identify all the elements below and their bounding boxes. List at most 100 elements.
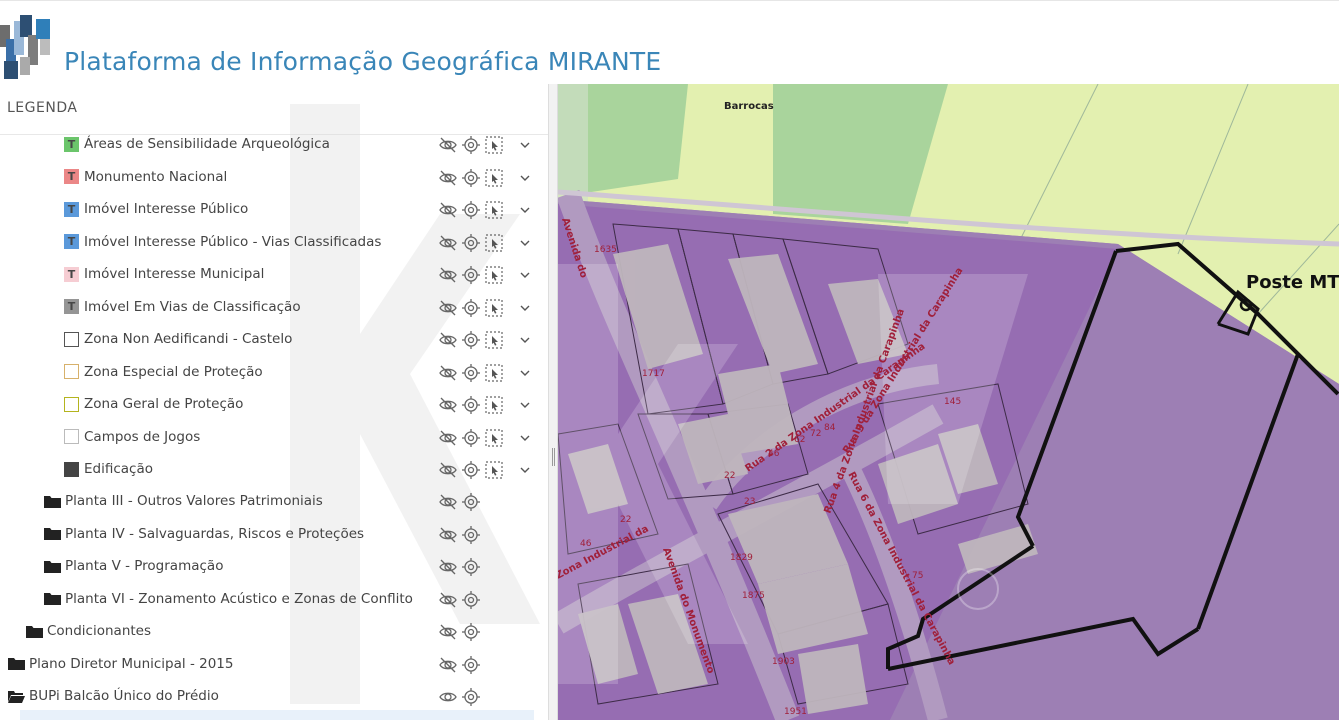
- zoom-to-layer-icon[interactable]: [461, 622, 481, 642]
- visibility-off-icon[interactable]: [438, 135, 458, 155]
- chevron-down-icon[interactable]: [517, 202, 533, 218]
- folder-actions: [438, 687, 481, 707]
- map-number-label: 84: [824, 423, 836, 433]
- zoom-to-layer-icon[interactable]: [461, 135, 481, 155]
- folder-actions: [438, 622, 481, 642]
- panel-splitter[interactable]: [548, 84, 558, 720]
- select-features-icon[interactable]: [484, 233, 504, 253]
- select-features-icon[interactable]: [484, 395, 504, 415]
- legend-folder-row[interactable]: Planta III - Outros Valores Patrimoniais: [0, 486, 548, 516]
- select-features-icon[interactable]: [484, 298, 504, 318]
- select-features-icon[interactable]: [484, 265, 504, 285]
- zoom-to-layer-icon[interactable]: [461, 395, 481, 415]
- map-number-label: 23: [744, 497, 755, 507]
- zoom-to-layer-icon[interactable]: [461, 233, 481, 253]
- legend-layer-row[interactable]: T Imóvel Interesse Público - Vias Classif…: [0, 227, 548, 257]
- zoom-to-layer-icon[interactable]: [461, 168, 481, 188]
- select-features-icon[interactable]: [484, 330, 504, 350]
- select-features-icon[interactable]: [484, 168, 504, 188]
- legend-folder-row[interactable]: Plano Diretor Municipal - 2015: [0, 649, 548, 679]
- chevron-down-icon[interactable]: [517, 365, 533, 381]
- legend-layer-row[interactable]: Edificação: [0, 454, 548, 484]
- select-features-icon[interactable]: [484, 428, 504, 448]
- legend-folder-row[interactable]: BUPi Balcão Único do Prédio: [0, 681, 548, 711]
- legend-folder-row[interactable]: Planta VI - Zonamento Acústico e Zonas d…: [0, 584, 548, 614]
- chevron-down-icon[interactable]: [517, 267, 533, 283]
- layer-actions: [438, 265, 533, 285]
- visibility-off-icon[interactable]: [438, 492, 458, 512]
- map-number-label: 22: [620, 515, 631, 525]
- splitter-grip-icon[interactable]: [552, 448, 555, 466]
- zoom-to-layer-icon[interactable]: [461, 330, 481, 350]
- map-number-label: 46: [580, 539, 592, 549]
- visibility-off-icon[interactable]: [438, 655, 458, 675]
- zoom-to-layer-icon[interactable]: [461, 557, 481, 577]
- zoom-to-layer-icon[interactable]: [461, 200, 481, 220]
- layer-symbol-icon: [64, 396, 79, 412]
- map-number-label: 1635: [594, 245, 617, 255]
- visibility-off-icon[interactable]: [438, 265, 458, 285]
- chevron-down-icon[interactable]: [517, 235, 533, 251]
- visibility-off-icon[interactable]: [438, 233, 458, 253]
- legend-layer-row[interactable]: T Áreas de Sensibilidade Arqueológica: [0, 129, 548, 159]
- zoom-to-layer-icon[interactable]: [461, 492, 481, 512]
- map-number-label: 75: [912, 571, 923, 581]
- visibility-off-icon[interactable]: [438, 298, 458, 318]
- chevron-down-icon[interactable]: [517, 397, 533, 413]
- select-features-icon[interactable]: [484, 135, 504, 155]
- legend-folder-row[interactable]: Condicionantes: [0, 616, 548, 646]
- visibility-off-icon[interactable]: [438, 363, 458, 383]
- legend-layer-row[interactable]: Zona Geral de Proteção: [0, 389, 548, 419]
- visibility-off-icon[interactable]: [438, 168, 458, 188]
- zoom-to-layer-icon[interactable]: [461, 655, 481, 675]
- visibility-off-icon[interactable]: [438, 622, 458, 642]
- select-features-icon[interactable]: [484, 460, 504, 480]
- legend-layer-row[interactable]: T Imóvel Interesse Público: [0, 194, 548, 224]
- visibility-off-icon[interactable]: [438, 330, 458, 350]
- chevron-down-icon[interactable]: [517, 300, 533, 316]
- map-number-label: 22: [724, 471, 735, 481]
- select-features-icon[interactable]: [484, 363, 504, 383]
- visibility-off-icon[interactable]: [438, 590, 458, 610]
- chevron-down-icon[interactable]: [517, 430, 533, 446]
- legend-folder-row[interactable]: Planta IV - Salvaguardas, Riscos e Prote…: [0, 519, 548, 549]
- legend-folder-row[interactable]: Planta V - Programação: [0, 551, 548, 581]
- visibility-off-icon[interactable]: [438, 395, 458, 415]
- zoom-to-layer-icon[interactable]: [461, 525, 481, 545]
- zoom-to-layer-icon[interactable]: [461, 428, 481, 448]
- visibility-off-icon[interactable]: [438, 200, 458, 220]
- zoom-to-layer-icon[interactable]: [461, 687, 481, 707]
- map-view[interactable]: Barrocas Poste MT Avenida do Avenida do …: [558, 84, 1339, 720]
- zoom-to-layer-icon[interactable]: [461, 298, 481, 318]
- chevron-down-icon[interactable]: [517, 137, 533, 153]
- select-features-icon[interactable]: [484, 200, 504, 220]
- legend-layer-label: Zona Non Aedificandi - Castelo: [84, 331, 293, 347]
- folder-actions: [438, 525, 481, 545]
- layer-actions: [438, 330, 533, 350]
- legend-header: LEGENDA: [7, 100, 78, 116]
- legend-layer-row[interactable]: T Monumento Nacional: [0, 162, 548, 192]
- legend-layer-row[interactable]: Campos de Jogos: [0, 422, 548, 452]
- chevron-down-icon[interactable]: [517, 332, 533, 348]
- folder-icon: [8, 658, 25, 670]
- zoom-to-layer-icon[interactable]: [461, 265, 481, 285]
- visibility-on-icon[interactable]: [438, 687, 458, 707]
- legend-layer-row[interactable]: Zona Especial de Proteção: [0, 357, 548, 387]
- map-canvas[interactable]: Barrocas Poste MT Avenida do Avenida do …: [558, 84, 1339, 720]
- legend-layer-row[interactable]: T Imóvel Em Vias de Classificação: [0, 292, 548, 322]
- zoom-to-layer-icon[interactable]: [461, 590, 481, 610]
- visibility-off-icon[interactable]: [438, 525, 458, 545]
- zoom-to-layer-icon[interactable]: [461, 363, 481, 383]
- visibility-off-icon[interactable]: [438, 428, 458, 448]
- visibility-off-icon[interactable]: [438, 460, 458, 480]
- zoom-to-layer-icon[interactable]: [461, 460, 481, 480]
- layer-symbol-icon: T: [64, 201, 79, 217]
- map-number-label: 1875: [742, 591, 765, 601]
- visibility-off-icon[interactable]: [438, 557, 458, 577]
- legend-folder-label: BUPi Balcão Único do Prédio: [29, 688, 219, 704]
- legend-layer-row[interactable]: T Imóvel Interesse Municipal: [0, 259, 548, 289]
- layer-symbol-icon: [64, 364, 79, 379]
- chevron-down-icon[interactable]: [517, 462, 533, 478]
- legend-layer-row[interactable]: Zona Non Aedificandi - Castelo: [0, 324, 548, 354]
- chevron-down-icon[interactable]: [517, 170, 533, 186]
